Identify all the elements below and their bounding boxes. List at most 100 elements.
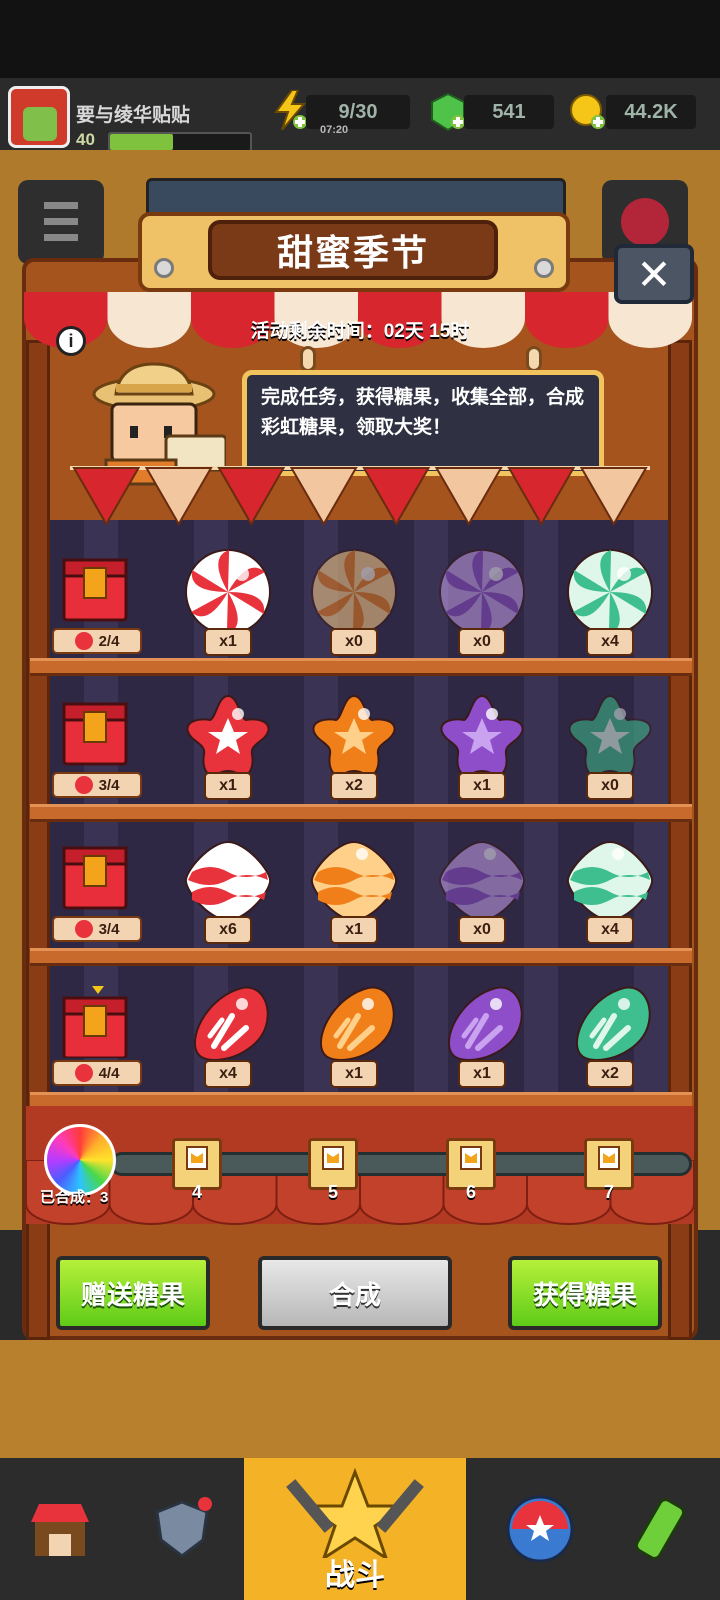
candy-slice-red[interactable] (180, 976, 276, 1072)
event-description: 完成任务，获得糖果，收集全部，合成彩虹糖果，领取大奖！ (242, 370, 604, 476)
candy-star-orange[interactable] (306, 688, 402, 784)
candy-count: x6 (204, 916, 252, 944)
menu-button[interactable] (18, 180, 104, 264)
milestone-label: 7 (603, 1182, 614, 1202)
row-candy-icon (74, 632, 93, 650)
candy-slice-green[interactable] (562, 976, 658, 1072)
candy-wave-green[interactable] (562, 832, 658, 928)
info-button[interactable]: i (56, 326, 86, 356)
background-bottom (0, 1340, 720, 1460)
xp-bar-fill (110, 134, 173, 150)
candy-swirl-red[interactable] (180, 544, 276, 640)
battle-star-icon (286, 1467, 424, 1562)
milestone-label: 5 (327, 1182, 338, 1202)
shelf-plank (30, 658, 692, 676)
player-name: 要与绫华贴贴 (76, 105, 191, 126)
sign-rope-left (300, 346, 316, 372)
gift-candy-button[interactable]: 赠送糖果 (56, 1256, 210, 1330)
milestone-label: 4 (191, 1182, 202, 1202)
gem-icon[interactable] (428, 92, 468, 137)
nav-equipment[interactable] (122, 1458, 242, 1600)
candy-count: x2 (586, 1060, 634, 1088)
candy-swirl-orange[interactable] (306, 544, 402, 640)
nav-shop[interactable] (0, 1458, 120, 1600)
candy-wave-orange[interactable] (306, 832, 402, 928)
event-title: 甜蜜季节 (208, 220, 498, 280)
shop-icon (31, 1504, 89, 1556)
candy-count: x4 (586, 628, 634, 656)
milestone-label: 6 (465, 1182, 476, 1202)
bunting-flag (144, 467, 213, 527)
row-progress: 2/4 (52, 628, 142, 654)
event-timer: 活动剩余时间：02天 15时 (250, 321, 470, 342)
candy-count: x0 (330, 628, 378, 656)
obtain-candy-button[interactable]: 获得糖果 (508, 1256, 662, 1330)
candy-count: x2 (330, 772, 378, 800)
energy-icon[interactable] (272, 89, 308, 135)
ball-icon (506, 1495, 574, 1563)
candy-swirl-green[interactable] (562, 544, 658, 640)
bunting-flag (579, 467, 648, 527)
bunting-flag (289, 467, 358, 527)
coin-counter: 44.2K (606, 95, 696, 129)
candy-star-green[interactable] (562, 688, 658, 784)
candy-count: x4 (586, 916, 634, 944)
nav-skills[interactable] (480, 1458, 600, 1600)
row-progress: 3/4 (52, 916, 142, 942)
coin-icon[interactable] (568, 92, 608, 137)
row-progress-text: 2/4 (98, 632, 120, 650)
candy-wave-red[interactable] (180, 832, 276, 928)
candy-count: x1 (458, 772, 506, 800)
candy-wave-purple[interactable] (434, 832, 530, 928)
nav-evolve[interactable] (600, 1458, 720, 1600)
row-chest-icon[interactable] (62, 698, 128, 770)
candy-count: x1 (458, 1060, 506, 1088)
row-chest-icon[interactable] (62, 986, 128, 1060)
nav-battle-label: 战斗 (325, 1559, 385, 1592)
row-progress-text: 4/4 (98, 1064, 120, 1082)
row-progress: 4/4 (52, 1060, 142, 1086)
row-candy-icon (74, 776, 93, 794)
candy-swirl-purple[interactable] (434, 544, 530, 640)
candy-count: x4 (204, 1060, 252, 1088)
candy-count: x1 (330, 1060, 378, 1088)
close-button[interactable]: ✕ (614, 244, 694, 304)
shield-icon (155, 1497, 212, 1558)
row-chest-icon[interactable] (62, 554, 128, 626)
bunting-flags (70, 462, 650, 532)
gem-counter: 541 (464, 95, 554, 129)
title-bolt-left (154, 258, 174, 278)
row-chest-icon[interactable] (62, 842, 128, 914)
candy-star-red[interactable] (180, 688, 276, 784)
title-bolt-right (534, 258, 554, 278)
bunting-flag (362, 467, 431, 527)
shelf-plank (30, 804, 692, 822)
player-avatar[interactable] (8, 86, 70, 148)
xp-bar (108, 132, 252, 152)
status-bar (0, 0, 720, 78)
shelf-plank (30, 948, 692, 966)
candy-count: x1 (330, 916, 378, 944)
synthesized-count: 已合成：3 (40, 1189, 109, 1206)
candy-count: x0 (586, 772, 634, 800)
energy-timer: 07:20 (320, 124, 349, 136)
candy-slice-purple[interactable] (434, 976, 530, 1072)
row-progress-text: 3/4 (98, 920, 120, 938)
candy-star-purple[interactable] (434, 688, 530, 784)
row-candy-icon (74, 1064, 93, 1082)
candy-slice-orange[interactable] (306, 976, 402, 1072)
bunting-flag (72, 467, 141, 527)
candy-count: x0 (458, 916, 506, 944)
tube-icon (634, 1498, 686, 1560)
bunting-flag (507, 467, 576, 527)
candy-count: x1 (204, 772, 252, 800)
candy-count: x0 (458, 628, 506, 656)
avatar-face (23, 107, 57, 141)
sign-rope-right (526, 346, 542, 372)
bunting-flag (217, 467, 286, 527)
combine-button[interactable]: 合成 (258, 1256, 452, 1330)
candy-count: x1 (204, 628, 252, 656)
row-candy-icon (74, 920, 93, 938)
row-progress-text: 3/4 (98, 776, 120, 794)
bunting-flag (434, 467, 503, 527)
